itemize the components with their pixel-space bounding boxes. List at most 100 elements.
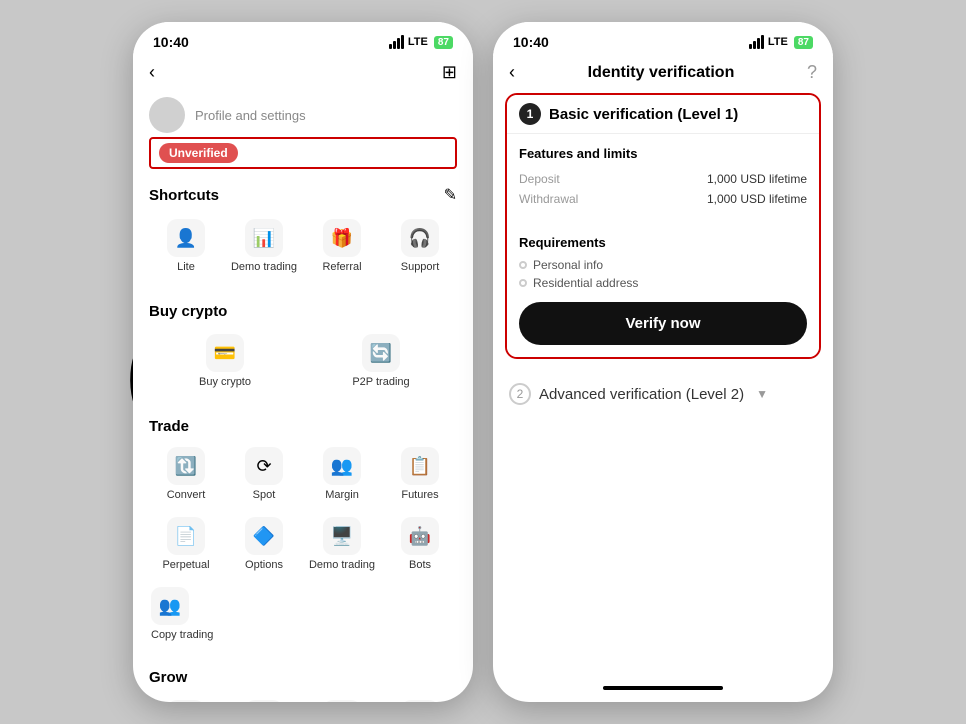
requirements-section: Requirements Personal info Residential a… (507, 223, 819, 357)
bar3b (757, 38, 760, 49)
level-header: 1 Basic verification (Level 1) (507, 95, 819, 134)
copy-trading-section: 👥 Copy trading (133, 579, 473, 653)
unverified-highlight[interactable]: Unverified (149, 137, 457, 169)
advanced-verification-section[interactable]: 2 Advanced verification (Level 2) ▼ (493, 371, 833, 417)
spot-label: Spot (253, 489, 276, 501)
demo-icon: 📊 (245, 219, 283, 257)
grow-title: Grow (149, 669, 187, 686)
features-section: Features and limits Deposit 1,000 USD li… (507, 134, 819, 221)
page-title: Identity verification (515, 64, 807, 82)
features-title: Features and limits (519, 146, 807, 161)
basic-verification-highlight: 1 Basic verification (Level 1) Features … (505, 93, 821, 359)
req-title: Requirements (519, 235, 807, 250)
req-dot-2 (519, 279, 527, 287)
lte-2: LTE (768, 36, 788, 48)
grow-grid: 💰 Earn 🚀 Jumpstart ₿ Earn 📈 Shark Fin (133, 690, 473, 702)
status-bar-2: 10:40 LTE 87 (493, 22, 833, 56)
futures-label: Futures (401, 489, 438, 501)
trade-grid-row1: 🔃 Convert ⟳ Spot 👥 Margin 📋 Futures (133, 439, 473, 509)
trade-grid-row2: 📄 Perpetual 🔷 Options 🖥️ Demo trading 🤖 … (133, 509, 473, 579)
verify-now-button[interactable]: Verify now (519, 302, 807, 345)
withdrawal-label: Withdrawal (519, 192, 578, 206)
buy-crypto-label: Buy crypto (199, 376, 251, 388)
nav-expand-icon[interactable]: ⊞ (442, 62, 457, 83)
shortcut-referral[interactable]: 🎁 Referral (305, 213, 379, 279)
lite-icon: 👤 (167, 219, 205, 257)
trade-title: Trade (149, 418, 189, 435)
referral-label: Referral (322, 261, 361, 273)
spot-item[interactable]: ⟳ Spot (227, 443, 301, 505)
shortcuts-header: Shortcuts ✎ (133, 177, 473, 209)
req-address-text: Residential address (533, 276, 638, 290)
earn2-icon: ₿ (323, 700, 361, 702)
earn-item[interactable]: 💰 Earn (149, 694, 223, 702)
verification-nav: ‹ Identity verification ? (493, 56, 833, 93)
copy-trading-item[interactable]: 👥 Copy trading (149, 583, 457, 645)
support-icon: 🎧 (401, 219, 439, 257)
time-2: 10:40 (513, 34, 549, 50)
adv-title: Advanced verification (Level 2) (539, 386, 744, 403)
referral-icon: 🎁 (323, 219, 361, 257)
spot-icon: ⟳ (245, 447, 283, 485)
bar1 (389, 44, 392, 49)
home-indicator-2 (493, 678, 833, 702)
perpetual-icon: 📄 (167, 517, 205, 555)
bar4 (401, 35, 404, 49)
margin-icon: 👥 (323, 447, 361, 485)
shortcuts-grid: 👤 Lite 📊 Demo trading 🎁 Referral 🎧 Suppo… (133, 209, 473, 287)
req-dot-1 (519, 261, 527, 269)
p2p-item[interactable]: 🔄 P2P trading (305, 328, 457, 394)
bots-item[interactable]: 🤖 Bots (383, 513, 457, 575)
options-item[interactable]: 🔷 Options (227, 513, 301, 575)
p2p-icon: 🔄 (362, 334, 400, 372)
buy-title: Buy crypto (149, 303, 227, 320)
shortcut-lite[interactable]: 👤 Lite (149, 213, 223, 279)
profile-info: Profile and settings (195, 108, 306, 123)
support-label: Support (401, 261, 440, 273)
jumpstart-item[interactable]: 🚀 Jumpstart (227, 694, 301, 702)
deposit-label: Deposit (519, 172, 560, 186)
avatar (149, 97, 185, 133)
empty-space (493, 417, 833, 678)
perpetual-item[interactable]: 📄 Perpetual (149, 513, 223, 575)
shortcut-demo[interactable]: 📊 Demo trading (227, 213, 301, 279)
futures-icon: 📋 (401, 447, 439, 485)
status-icons-1: LTE 87 (389, 35, 453, 49)
earn2-item[interactable]: ₿ Earn (305, 694, 379, 702)
margin-item[interactable]: 👥 Margin (305, 443, 379, 505)
convert-label: Convert (167, 489, 206, 501)
deposit-value: 1,000 USD lifetime (707, 172, 807, 186)
signal-bars-2 (749, 35, 764, 49)
shortcuts-edit-icon[interactable]: ✎ (444, 185, 457, 205)
time-1: 10:40 (153, 34, 189, 50)
status-icons-2: LTE 87 (749, 35, 813, 49)
nav-bar-1: ‹ ⊞ (133, 56, 473, 89)
back-icon-1[interactable]: ‹ (149, 62, 155, 83)
buy-crypto-icon: 💳 (206, 334, 244, 372)
phone-2: 10:40 LTE 87 ‹ Identity verification ? (493, 22, 833, 702)
shortcuts-title: Shortcuts (149, 187, 219, 204)
copy-trading-icon: 👥 (151, 587, 189, 625)
options-icon: 🔷 (245, 517, 283, 555)
unverified-badge[interactable]: Unverified (159, 143, 238, 163)
level-title: Basic verification (Level 1) (549, 106, 738, 123)
deposit-row: Deposit 1,000 USD lifetime (519, 169, 807, 189)
grow-header: Grow (133, 661, 473, 690)
convert-item[interactable]: 🔃 Convert (149, 443, 223, 505)
withdrawal-row: Withdrawal 1,000 USD lifetime (519, 189, 807, 209)
help-icon[interactable]: ? (807, 62, 817, 83)
home-bar-2 (603, 686, 723, 690)
level-number: 1 (519, 103, 541, 125)
futures-item[interactable]: 📋 Futures (383, 443, 457, 505)
shortcut-support[interactable]: 🎧 Support (383, 213, 457, 279)
demo-trade-item[interactable]: 🖥️ Demo trading (305, 513, 379, 575)
battery-2: 87 (794, 36, 813, 49)
demo-trade-label: Demo trading (309, 559, 375, 571)
sharkfin-item[interactable]: 📈 Shark Fin (383, 694, 457, 702)
buy-crypto-item[interactable]: 💳 Buy crypto (149, 328, 301, 394)
convert-icon: 🔃 (167, 447, 205, 485)
chevron-down-icon: ▼ (756, 387, 768, 401)
p2p-label: P2P trading (352, 376, 409, 388)
buy-grid: 💳 Buy crypto 🔄 P2P trading (133, 324, 473, 402)
bar4b (761, 35, 764, 49)
